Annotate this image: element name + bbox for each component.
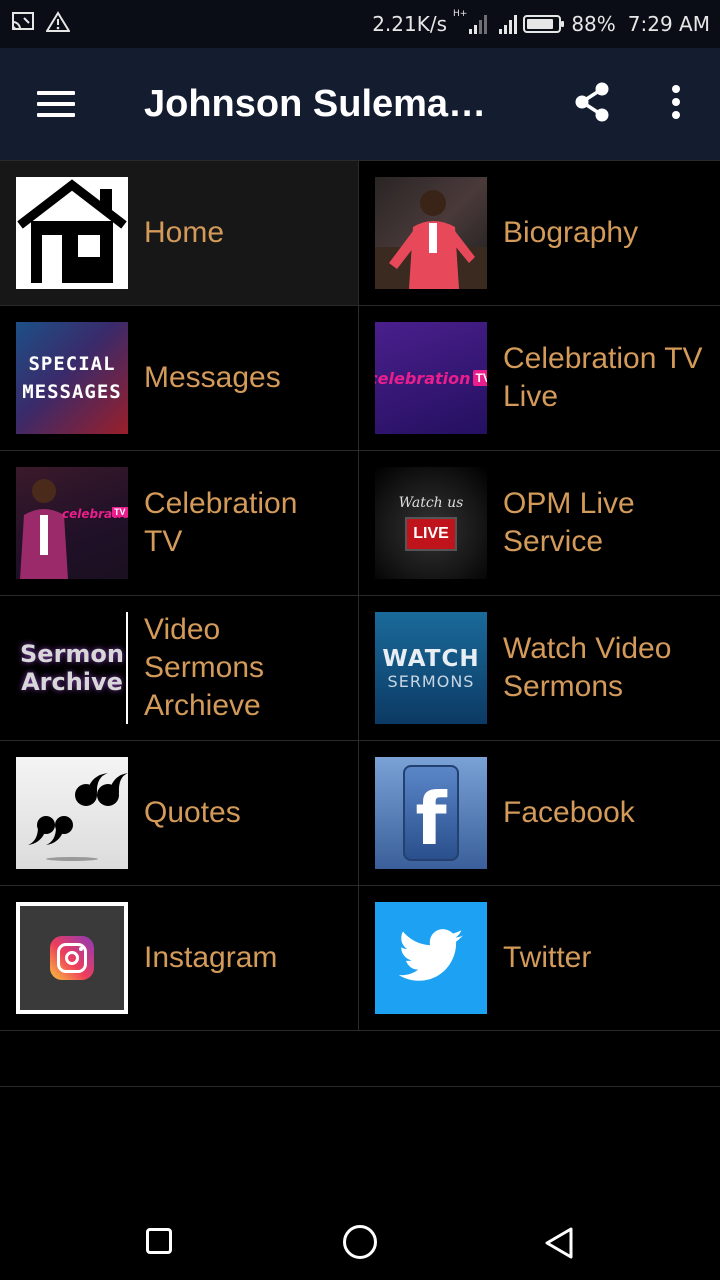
tile-home[interactable]: Home: [0, 161, 359, 306]
tile-label: Quotes: [144, 796, 241, 829]
tv-badge: TV: [472, 370, 487, 386]
network-type: H+: [453, 9, 468, 19]
status-bar: 2.21K/s H+ 88% 7:29 AM: [0, 0, 720, 48]
special-messages-thumbnail: SPECIAL MESSAGES: [16, 322, 128, 434]
page-title: Johnson Suleman Messages: [144, 82, 504, 125]
home-circle-icon[interactable]: [343, 1225, 377, 1259]
signal-icon: [469, 14, 488, 34]
thumb-text: Sermon: [20, 640, 124, 668]
instagram-icon: [16, 902, 128, 1014]
watch-live-thumbnail: Watch us LIVE: [375, 467, 487, 579]
battery-level: [527, 19, 554, 29]
instagram-logo: [50, 936, 94, 980]
divider: [0, 1086, 720, 1087]
tile-biography[interactable]: Biography: [359, 161, 720, 306]
thumb-text: celebration: [375, 368, 471, 388]
more-options-button[interactable]: [652, 76, 700, 128]
quotes-icon: [16, 757, 128, 869]
tile-opm-live-service[interactable]: Watch us LIVE OPM Live Service: [359, 451, 720, 596]
tile-messages[interactable]: SPECIAL MESSAGES Messages: [0, 306, 359, 451]
facebook-logo: f: [403, 765, 459, 861]
battery-percent: 88%: [571, 12, 616, 36]
menu-icon: [37, 84, 75, 124]
live-badge: LIVE: [405, 517, 457, 551]
network-speed: 2.21K/s: [372, 12, 448, 36]
tile-label: Twitter: [503, 941, 592, 974]
clock: 7:29 AM: [627, 12, 710, 36]
share-icon: [575, 82, 609, 122]
biography-photo: [375, 177, 487, 289]
celebration-tv-thumbnail: celebration TV: [375, 322, 487, 434]
tile-video-sermons-archieve[interactable]: Sermon Archive Video Sermons Archieve: [0, 596, 359, 741]
celebration-tv-thumbnail: celebration TV: [16, 467, 128, 579]
facebook-letter: f: [415, 777, 447, 861]
facebook-icon: f: [375, 757, 487, 869]
thumb-divider: [126, 612, 128, 724]
app-bar: Johnson Suleman Messages: [0, 48, 720, 160]
share-button[interactable]: [566, 76, 618, 128]
tile-label: OPM Live Service: [503, 487, 635, 558]
tile-label: Biography: [503, 216, 639, 249]
menu-button[interactable]: [0, 48, 112, 160]
watch-sermons-thumbnail: WATCH SERMONS: [375, 612, 487, 724]
thumb-text: SPECIAL: [28, 353, 116, 375]
thumb-text: Archive: [21, 668, 123, 696]
tile-watch-video-sermons[interactable]: WATCH SERMONS Watch Video Sermons: [359, 596, 720, 741]
tile-label: Celebration TV Live: [503, 342, 703, 413]
recents-square-icon[interactable]: [146, 1228, 172, 1254]
home-icon: [16, 177, 128, 289]
tv-badge: TV: [112, 507, 128, 517]
tile-label: Home: [144, 216, 225, 249]
battery-icon: [523, 15, 565, 33]
cast-icon: [12, 11, 34, 37]
tile-celebration-tv-live[interactable]: celebration TV Celebration TV Live: [359, 306, 720, 451]
tile-label: Instagram: [144, 941, 278, 974]
tile-label: Video Sermons Archieve: [144, 613, 265, 722]
instagram-frame: [20, 906, 124, 1010]
tile-celebration-tv[interactable]: celebration TV Celebration TV: [0, 451, 359, 596]
tile-label: Celebration TV: [144, 487, 298, 558]
navigation-bar: [0, 1204, 720, 1280]
tile-label: Messages: [144, 361, 281, 394]
thumb-text: MESSAGES: [22, 381, 122, 403]
tile-facebook[interactable]: f Facebook: [359, 741, 720, 886]
thumb-text: SERMONS: [387, 671, 475, 691]
more-vert-icon: [672, 85, 680, 93]
warning-icon: [45, 10, 71, 38]
tile-quotes[interactable]: Quotes: [0, 741, 359, 886]
sermon-archive-thumbnail: Sermon Archive: [16, 612, 128, 724]
thumb-text: Watch us: [398, 495, 464, 511]
menu-grid: Home Biography SPECIAL MESSAGES Messages…: [0, 160, 720, 1031]
tile-twitter[interactable]: Twitter: [359, 886, 720, 1031]
back-triangle-icon[interactable]: [543, 1226, 575, 1260]
signal-icon-2: [499, 14, 518, 34]
tile-label: Watch Video Sermons: [503, 632, 672, 703]
thumb-text: WATCH: [382, 645, 480, 672]
tile-label: Facebook: [503, 796, 635, 829]
twitter-icon: [375, 902, 487, 1014]
tile-instagram[interactable]: Instagram: [0, 886, 359, 1031]
